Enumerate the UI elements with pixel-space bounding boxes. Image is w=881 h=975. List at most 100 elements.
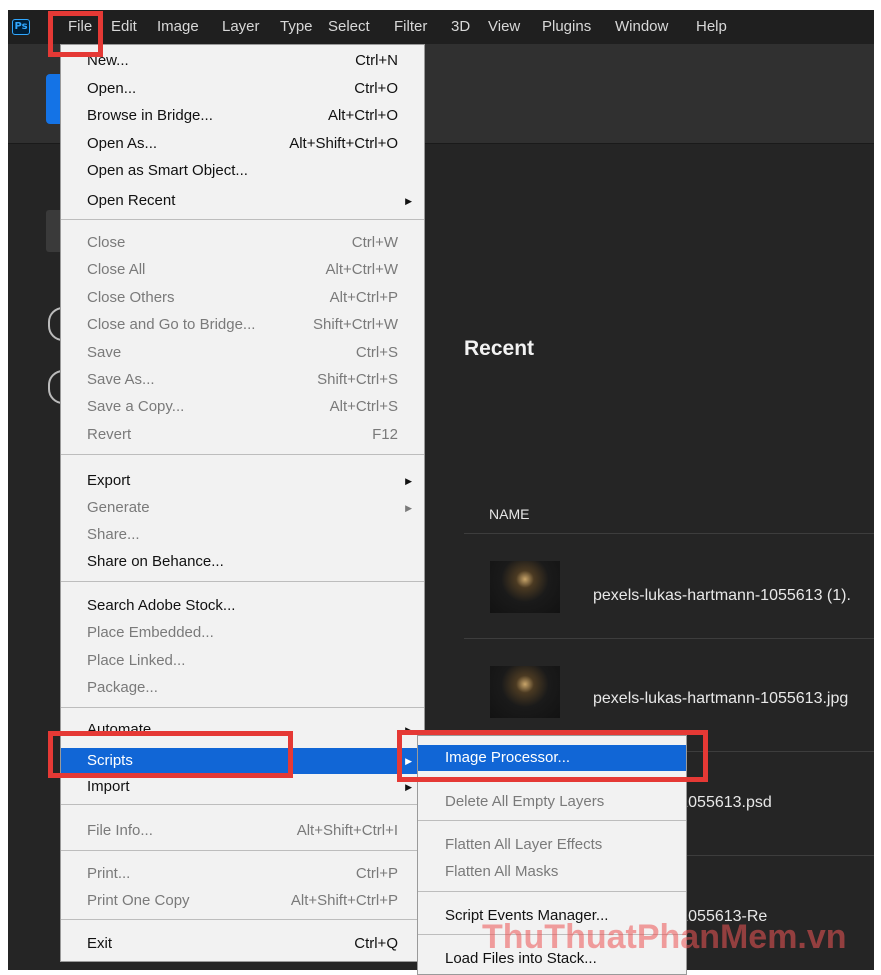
menu-view[interactable]: View — [488, 10, 520, 44]
menu-item-close-and-go-to-bridge[interactable]: Close and Go to Bridge... Shift+Ctrl+W — [61, 312, 424, 338]
menu-select[interactable]: Select — [328, 10, 370, 44]
submenu-item-label: Flatten All Masks — [445, 863, 559, 880]
menu-item-open-recent[interactable]: Open Recent ▶ — [61, 188, 424, 214]
menu-separator — [61, 850, 424, 851]
menu-item-label: Generate — [87, 499, 150, 516]
menu-item-label: Revert — [87, 426, 132, 443]
menu-item-open[interactable]: Open... Ctrl+O — [61, 76, 424, 102]
name-column-header[interactable]: NAME — [489, 506, 529, 522]
menu-edit[interactable]: Edit — [111, 10, 137, 44]
menu-item-generate[interactable]: Generate ▶ — [61, 495, 424, 521]
submenu-item-delete-all-empty-layers[interactable]: Delete All Empty Layers — [418, 789, 686, 815]
submenu-item-flatten-all-masks[interactable]: Flatten All Masks — [418, 859, 686, 885]
menu-type[interactable]: Type — [280, 10, 313, 44]
recent-heading: Recent — [464, 337, 535, 360]
menu-item-label: Save a Copy... — [87, 398, 185, 415]
submenu-arrow-icon: ▶ — [405, 196, 412, 206]
menu-item-open-as-smart-object[interactable]: Open as Smart Object... — [61, 158, 424, 184]
menu-item-label: Place Linked... — [87, 652, 186, 669]
menu-item-label: Open... — [87, 80, 137, 97]
menu-item-shortcut: Shift+Ctrl+S — [317, 371, 398, 388]
menu-item-label: Close All — [87, 261, 146, 278]
menu-item-label: Automate — [87, 721, 152, 738]
submenu-arrow-icon: ▶ — [405, 756, 412, 766]
menu-item-shortcut: Ctrl+S — [355, 344, 398, 361]
menu-item-label: Exit — [87, 935, 113, 952]
recent-file-name[interactable]: pexels-lukas-hartmann-1055613.jpg — [593, 690, 848, 708]
menu-item-label: Open Recent — [87, 192, 176, 209]
menu-item-file-info[interactable]: File Info... Alt+Shift+Ctrl+I — [61, 818, 424, 844]
menu-item-label: Close and Go to Bridge... — [87, 316, 256, 333]
menu-item-shortcut: Alt+Shift+Ctrl+O — [289, 135, 398, 152]
menu-item-export[interactable]: Export ▶ — [61, 468, 424, 494]
submenu-item-image-processor[interactable]: Image Processor... — [418, 745, 686, 771]
menu-filter[interactable]: Filter — [394, 10, 427, 44]
submenu-arrow-icon: ▶ — [405, 725, 412, 735]
file-menu-dropdown: New... Ctrl+N Open... Ctrl+O Browse in Bri… — [60, 44, 425, 962]
menu-item-share[interactable]: Share... — [61, 522, 424, 548]
submenu-item-label: Flatten All Layer Effects — [445, 836, 603, 853]
menu-item-exit[interactable]: Exit Ctrl+Q — [61, 931, 424, 957]
menu-item-shortcut: Alt+Shift+Ctrl+P — [290, 892, 398, 909]
menu-item-label: Package... — [87, 679, 158, 696]
menu-item-save[interactable]: Save Ctrl+S — [61, 340, 424, 366]
menu-item-place-linked[interactable]: Place Linked... — [61, 648, 424, 674]
menu-item-new[interactable]: New... Ctrl+N — [61, 48, 424, 74]
menu-item-shortcut: Alt+Shift+Ctrl+I — [296, 822, 398, 839]
menu-item-label: Print One Copy — [87, 892, 190, 909]
menu-item-shortcut: F12 — [372, 426, 398, 443]
menu-item-scripts[interactable]: Scripts ▶ — [61, 748, 424, 774]
photoshop-logo: Ps — [12, 19, 30, 35]
menu-window[interactable]: Window — [615, 10, 668, 44]
menu-item-label: Search Adobe Stock... — [87, 597, 236, 614]
menu-file[interactable]: File — [68, 10, 92, 44]
menu-item-shortcut: Ctrl+N — [355, 52, 398, 69]
header-divider — [464, 533, 874, 534]
menu-separator — [61, 454, 424, 455]
menu-item-shortcut: Ctrl+O — [354, 80, 398, 97]
menu-item-close-others[interactable]: Close Others Alt+Ctrl+P — [61, 285, 424, 311]
submenu-item-flatten-all-layer-effects[interactable]: Flatten All Layer Effects — [418, 832, 686, 858]
menu-item-close[interactable]: Close Ctrl+W — [61, 230, 424, 256]
menu-item-import[interactable]: Import ▶ — [61, 774, 424, 800]
menu-item-label: Open as Smart Object... — [87, 162, 248, 179]
menu-item-browse-in-bridge[interactable]: Browse in Bridge... Alt+Ctrl+O — [61, 103, 424, 129]
menu-item-print-one-copy[interactable]: Print One Copy Alt+Shift+Ctrl+P — [61, 888, 424, 914]
menu-item-revert[interactable]: Revert F12 — [61, 422, 424, 448]
file-thumbnail[interactable] — [490, 561, 560, 613]
menu-item-label: Close — [87, 234, 126, 251]
menu-help[interactable]: Help — [696, 10, 727, 44]
menu-item-automate[interactable]: Automate ▶ — [61, 717, 424, 743]
menu-item-label: New... — [87, 52, 129, 69]
menu-separator — [61, 581, 424, 582]
menu-item-close-all[interactable]: Close All Alt+Ctrl+W — [61, 257, 424, 283]
menu-image[interactable]: Image — [157, 10, 199, 44]
menu-item-open-as[interactable]: Open As... Alt+Shift+Ctrl+O — [61, 131, 424, 157]
menu-item-shortcut: Ctrl+W — [351, 234, 398, 251]
menu-item-print[interactable]: Print... Ctrl+P — [61, 861, 424, 887]
submenu-arrow-icon: ▶ — [405, 503, 412, 513]
menu-separator — [61, 804, 424, 805]
row-divider — [464, 638, 874, 639]
menu-layer[interactable]: Layer — [222, 10, 260, 44]
menu-item-save-a-copy[interactable]: Save a Copy... Alt+Ctrl+S — [61, 394, 424, 420]
menu-item-shortcut: Alt+Ctrl+O — [327, 107, 398, 124]
file-thumbnail[interactable] — [490, 666, 560, 718]
menu-item-label: File Info... — [87, 822, 153, 839]
menu-item-search-adobe-stock[interactable]: Search Adobe Stock... — [61, 593, 424, 619]
recent-file-name[interactable]: pexels-lukas-hartmann-1055613 (1). — [593, 587, 851, 605]
menu-item-shortcut: Alt+Ctrl+P — [329, 289, 398, 306]
menu-item-share-on-behance[interactable]: Share on Behance... — [61, 549, 424, 575]
menu-bar: Ps File Edit Image Layer Type Select Fil… — [8, 10, 874, 44]
menu-plugins[interactable]: Plugins — [542, 10, 591, 44]
menu-item-shortcut: Alt+Ctrl+S — [329, 398, 398, 415]
menu-item-package[interactable]: Package... — [61, 675, 424, 701]
menu-separator — [418, 820, 686, 821]
menu-item-save-as[interactable]: Save As... Shift+Ctrl+S — [61, 367, 424, 393]
submenu-arrow-icon: ▶ — [405, 782, 412, 792]
menu-item-place-embedded[interactable]: Place Embedded... — [61, 620, 424, 646]
menu-separator — [418, 891, 686, 892]
menu-item-label: Close Others — [87, 289, 175, 306]
menu-separator — [61, 707, 424, 708]
menu-3d[interactable]: 3D — [451, 10, 470, 44]
